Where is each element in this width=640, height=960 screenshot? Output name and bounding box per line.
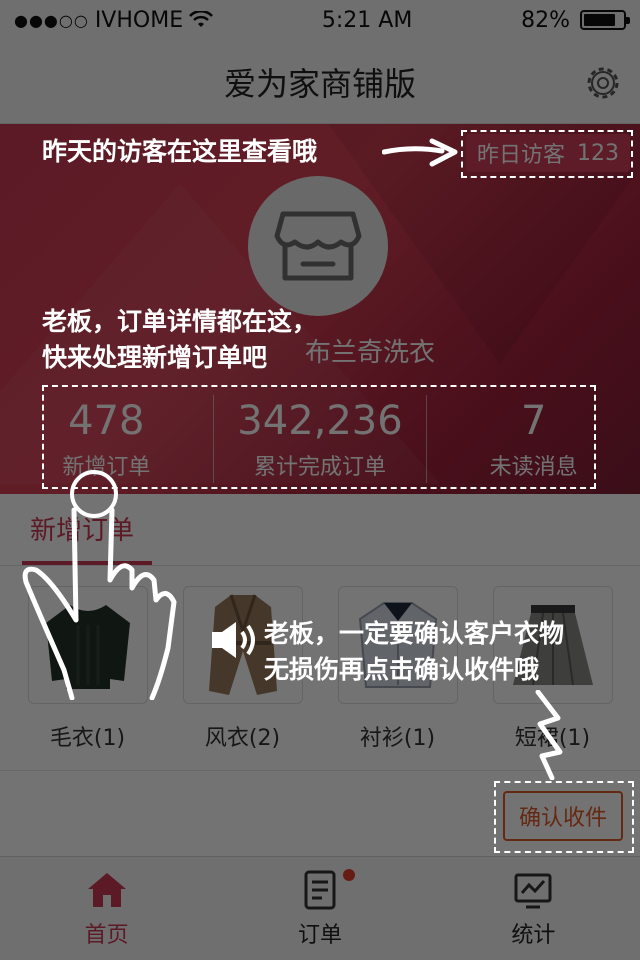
tab-label: 首页 (84, 922, 129, 948)
speaker-icon (212, 622, 255, 658)
arrow-right-icon (382, 138, 458, 167)
tab-label: 订单 (297, 922, 342, 948)
clock: 5:21 AM (321, 7, 413, 33)
battery-fill (584, 14, 616, 26)
carrier-label: IVHOME (94, 7, 184, 33)
tab-home[interactable]: 首页 (0, 857, 213, 960)
category-label: 毛衣(1) (49, 726, 126, 751)
orders-hint-line2: 快来处理新增订单吧 (42, 343, 268, 372)
confirm-hint-line2: 无损伤再点击确认收件哦 (264, 655, 540, 684)
battery-icon (580, 10, 630, 30)
status-left: ●●●○○ IVHOME (14, 7, 214, 33)
order-icon (304, 870, 336, 909)
confirm-highlight-frame (494, 781, 634, 853)
tab-orders[interactable]: 订单 (213, 857, 426, 960)
notification-badge (343, 869, 356, 881)
confirm-hint-line1: 老板，一定要确认客户衣物 (264, 619, 565, 648)
signal-icon: ●●●○○ (14, 10, 89, 30)
home-icon (87, 872, 126, 907)
gear-icon[interactable] (582, 62, 624, 104)
status-bar: ●●●○○ IVHOME 5:21 AM 82% (0, 0, 640, 40)
visitor-highlight-frame (461, 130, 633, 178)
orders-hint-line1: 老板，订单详情都在这， (42, 307, 318, 336)
category-label: 衬衫(1) (359, 726, 436, 751)
nav-bar: 爱为家商铺版 (0, 40, 640, 124)
wifi-icon (189, 11, 214, 27)
page-title: 爱为家商铺版 (223, 64, 416, 103)
tab-statistics[interactable]: 统计 (427, 857, 640, 960)
visitor-hint-text: 昨天的访客在这里查看哦 (42, 137, 318, 166)
chart-icon (514, 873, 552, 908)
hand-pointer-icon (22, 470, 177, 700)
tab-label: 统计 (511, 922, 556, 948)
store-avatar[interactable] (248, 176, 388, 316)
storefront-icon (274, 211, 362, 281)
tab-bar: 首页 订单 统计 (0, 856, 640, 960)
category-label: 风衣(2) (204, 726, 281, 751)
status-right: 82% (521, 7, 630, 33)
zigzag-arrow-icon (535, 690, 563, 780)
battery-percent: 82% (521, 7, 570, 33)
